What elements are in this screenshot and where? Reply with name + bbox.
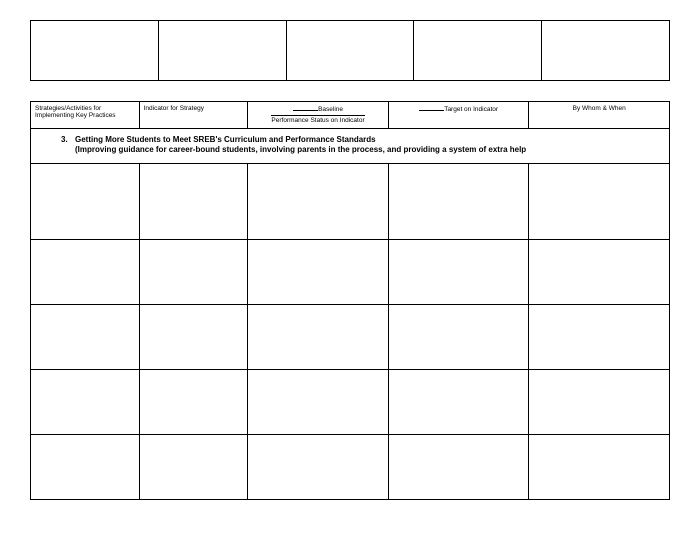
target-label: Target on Indicator bbox=[444, 106, 498, 113]
header-strategies: Strategies/Activities for Implementing K… bbox=[31, 102, 140, 129]
body-cell bbox=[529, 369, 670, 434]
body-cell bbox=[388, 369, 529, 434]
section-number: 3. bbox=[61, 135, 75, 145]
top-cell bbox=[31, 21, 159, 81]
header-target: Target on Indicator bbox=[388, 102, 529, 129]
section-title: 3.Getting More Students to Meet SREB's C… bbox=[61, 135, 661, 156]
top-cell bbox=[286, 21, 414, 81]
header-indicator: Indicator for Strategy bbox=[139, 102, 248, 129]
body-cell bbox=[248, 304, 389, 369]
body-table bbox=[30, 164, 670, 500]
top-blank-table bbox=[30, 20, 670, 81]
body-cell bbox=[529, 304, 670, 369]
header-baseline: Baseline Performance Status on Indicator bbox=[248, 102, 389, 129]
body-cell bbox=[529, 164, 670, 239]
body-cell bbox=[248, 369, 389, 434]
body-cell bbox=[31, 304, 140, 369]
blank-underline bbox=[293, 105, 318, 111]
body-cell bbox=[139, 304, 248, 369]
top-cell bbox=[414, 21, 542, 81]
body-cell bbox=[388, 239, 529, 304]
body-cell bbox=[139, 164, 248, 239]
body-cell bbox=[139, 239, 248, 304]
body-cell bbox=[248, 434, 389, 499]
column-headers: Strategies/Activities for Implementing K… bbox=[30, 101, 670, 129]
header-bywhom: By Whom & When bbox=[529, 102, 670, 129]
top-cell bbox=[542, 21, 670, 81]
top-cell bbox=[158, 21, 286, 81]
body-cell bbox=[248, 164, 389, 239]
body-cell bbox=[31, 434, 140, 499]
baseline-label: Baseline bbox=[318, 106, 343, 113]
body-cell bbox=[388, 304, 529, 369]
section-title-line2: (Improving guidance for career-bound stu… bbox=[75, 145, 526, 155]
performance-status-label: Performance Status on Indicator bbox=[271, 115, 364, 125]
body-cell bbox=[139, 434, 248, 499]
body-cell bbox=[31, 164, 140, 239]
section-title-line1: Getting More Students to Meet SREB's Cur… bbox=[75, 135, 376, 144]
body-cell bbox=[529, 434, 670, 499]
body-cell bbox=[529, 239, 670, 304]
body-cell bbox=[139, 369, 248, 434]
section-heading-row: 3.Getting More Students to Meet SREB's C… bbox=[30, 129, 670, 165]
blank-underline bbox=[419, 105, 444, 111]
body-cell bbox=[388, 434, 529, 499]
body-cell bbox=[248, 239, 389, 304]
body-cell bbox=[31, 369, 140, 434]
body-cell bbox=[31, 239, 140, 304]
body-cell bbox=[388, 164, 529, 239]
